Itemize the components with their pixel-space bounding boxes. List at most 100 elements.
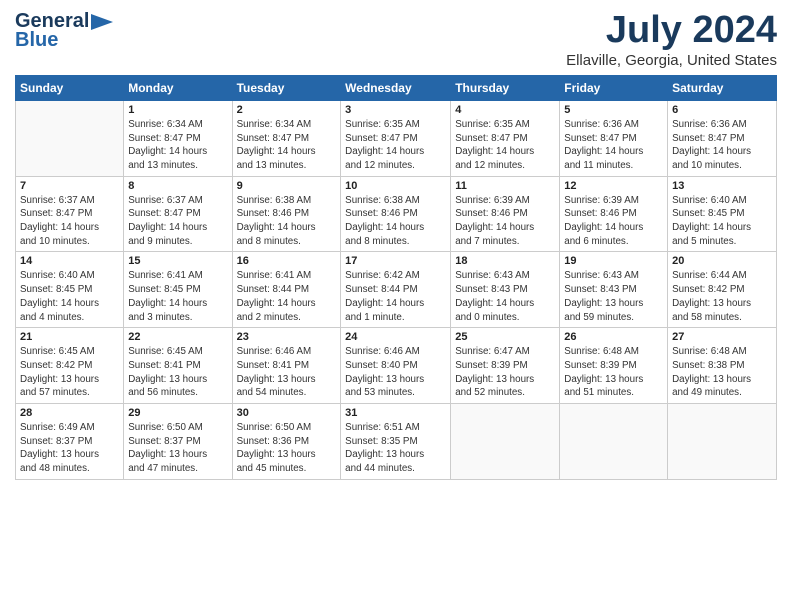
calendar-week-row: 14 Sunrise: 6:40 AMSunset: 8:45 PMDayligh… (16, 252, 777, 328)
day-number: 24 (345, 331, 446, 343)
day-number: 1 (128, 104, 227, 116)
table-row: 24Sunrise: 6:46 AMSunset: 8:40 PMDayligh… (341, 328, 451, 404)
table-row: 3Sunrise: 6:35 AMSunset: 8:47 PMDaylight… (341, 100, 451, 176)
day-info: Sunrise: 6:40 AMSunset: 8:45 PMDaylight:… (20, 269, 119, 324)
table-row: 31 Sunrise: 6:51 AMSunset: 8:35 PMDayligh… (341, 404, 451, 480)
day-number: 15 (128, 255, 227, 267)
day-info: Sunrise: 6:37 AMSunset: 8:47 PMDaylight:… (20, 194, 119, 249)
table-row: 1 Sunrise: 6:34 AMSunset: 8:47 PMDaylight… (124, 100, 232, 176)
day-number: 14 (20, 255, 119, 267)
page-subtitle: Ellaville, Georgia, United States (566, 52, 777, 69)
day-info: Sunrise: 6:45 AMSunset: 8:42 PMDaylight:… (20, 345, 119, 400)
calendar-week-row: 28Sunrise: 6:49 AMSunset: 8:37 PMDayligh… (16, 404, 777, 480)
calendar-week-row: 7Sunrise: 6:37 AMSunset: 8:47 PMDaylight… (16, 176, 777, 252)
day-info: Sunrise: 6:41 AMSunset: 8:44 PMDaylight:… (237, 269, 337, 324)
day-info: Sunrise: 6:34 AMSunset: 8:47 PMDaylight:… (128, 118, 227, 173)
calendar-week-row: 21 Sunrise: 6:45 AMSunset: 8:42 PMDayligh… (16, 328, 777, 404)
table-row: 7Sunrise: 6:37 AMSunset: 8:47 PMDaylight… (16, 176, 124, 252)
day-number: 13 (672, 180, 772, 192)
day-number: 6 (672, 104, 772, 116)
logo: General Blue (15, 10, 113, 52)
table-row (668, 404, 777, 480)
table-row: 21 Sunrise: 6:45 AMSunset: 8:42 PMDayligh… (16, 328, 124, 404)
table-row: 30Sunrise: 6:50 AMSunset: 8:36 PMDayligh… (232, 404, 341, 480)
day-number: 4 (455, 104, 555, 116)
table-row: 9 Sunrise: 6:38 AMSunset: 8:46 PMDaylight… (232, 176, 341, 252)
day-info: Sunrise: 6:49 AMSunset: 8:37 PMDaylight:… (20, 421, 119, 476)
table-row (451, 404, 560, 480)
table-row: 5 Sunrise: 6:36 AMSunset: 8:47 PMDaylight… (560, 100, 668, 176)
day-info: Sunrise: 6:34 AMSunset: 8:47 PMDaylight:… (237, 118, 337, 173)
col-thursday: Thursday (451, 75, 560, 100)
table-row: 22Sunrise: 6:45 AMSunset: 8:41 PMDayligh… (124, 328, 232, 404)
table-row: 4 Sunrise: 6:35 AMSunset: 8:47 PMDaylight… (451, 100, 560, 176)
table-row: 6Sunrise: 6:36 AMSunset: 8:47 PMDaylight… (668, 100, 777, 176)
day-number: 31 (345, 407, 446, 419)
calendar-header-row: Sunday Monday Tuesday Wednesday Thursday… (16, 75, 777, 100)
day-info: Sunrise: 6:39 AMSunset: 8:46 PMDaylight:… (455, 194, 555, 249)
table-row: 28Sunrise: 6:49 AMSunset: 8:37 PMDayligh… (16, 404, 124, 480)
table-row: 19 Sunrise: 6:43 AMSunset: 8:43 PMDayligh… (560, 252, 668, 328)
day-info: Sunrise: 6:45 AMSunset: 8:41 PMDaylight:… (128, 345, 227, 400)
day-info: Sunrise: 6:51 AMSunset: 8:35 PMDaylight:… (345, 421, 446, 476)
table-row: 25 Sunrise: 6:47 AMSunset: 8:39 PMDayligh… (451, 328, 560, 404)
table-row: 2Sunrise: 6:34 AMSunset: 8:47 PMDaylight… (232, 100, 341, 176)
table-row: 13 Sunrise: 6:40 AMSunset: 8:45 PMDayligh… (668, 176, 777, 252)
header: General Blue July 2024 Ellaville, Georgi… (15, 10, 777, 69)
page: General Blue July 2024 Ellaville, Georgi… (0, 0, 792, 490)
day-info: Sunrise: 6:44 AMSunset: 8:42 PMDaylight:… (672, 269, 772, 324)
col-saturday: Saturday (668, 75, 777, 100)
day-number: 18 (455, 255, 555, 267)
day-number: 16 (237, 255, 337, 267)
day-number: 21 (20, 331, 119, 343)
day-info: Sunrise: 6:50 AMSunset: 8:37 PMDaylight:… (128, 421, 227, 476)
day-number: 19 (564, 255, 663, 267)
day-number: 26 (564, 331, 663, 343)
day-number: 20 (672, 255, 772, 267)
table-row (560, 404, 668, 480)
page-title: July 2024 (566, 10, 777, 52)
col-tuesday: Tuesday (232, 75, 341, 100)
day-info: Sunrise: 6:43 AMSunset: 8:43 PMDaylight:… (564, 269, 663, 324)
day-info: Sunrise: 6:47 AMSunset: 8:39 PMDaylight:… (455, 345, 555, 400)
table-row: 18 Sunrise: 6:43 AMSunset: 8:43 PMDayligh… (451, 252, 560, 328)
table-row: 10Sunrise: 6:38 AMSunset: 8:46 PMDayligh… (341, 176, 451, 252)
day-number: 29 (128, 407, 227, 419)
day-info: Sunrise: 6:36 AMSunset: 8:47 PMDaylight:… (564, 118, 663, 173)
day-number: 27 (672, 331, 772, 343)
title-block: July 2024 Ellaville, Georgia, United Sta… (566, 10, 777, 69)
day-number: 25 (455, 331, 555, 343)
day-info: Sunrise: 6:38 AMSunset: 8:46 PMDaylight:… (237, 194, 337, 249)
col-friday: Friday (560, 75, 668, 100)
table-row: 15 Sunrise: 6:41 AMSunset: 8:45 PMDayligh… (124, 252, 232, 328)
table-row: 12Sunrise: 6:39 AMSunset: 8:46 PMDayligh… (560, 176, 668, 252)
calendar-table: Sunday Monday Tuesday Wednesday Thursday… (15, 75, 777, 480)
table-row: 16 Sunrise: 6:41 AMSunset: 8:44 PMDayligh… (232, 252, 341, 328)
day-info: Sunrise: 6:48 AMSunset: 8:38 PMDaylight:… (672, 345, 772, 400)
day-number: 23 (237, 331, 337, 343)
table-row: 23Sunrise: 6:46 AMSunset: 8:41 PMDayligh… (232, 328, 341, 404)
col-sunday: Sunday (16, 75, 124, 100)
day-number: 8 (128, 180, 227, 192)
day-info: Sunrise: 6:41 AMSunset: 8:45 PMDaylight:… (128, 269, 227, 324)
day-info: Sunrise: 6:37 AMSunset: 8:47 PMDaylight:… (128, 194, 227, 249)
day-number: 9 (237, 180, 337, 192)
table-row: 29 Sunrise: 6:50 AMSunset: 8:37 PMDayligh… (124, 404, 232, 480)
day-info: Sunrise: 6:43 AMSunset: 8:43 PMDaylight:… (455, 269, 555, 324)
logo-flag-icon (91, 14, 113, 30)
table-row: 26 Sunrise: 6:48 AMSunset: 8:39 PMDayligh… (560, 328, 668, 404)
table-row: 14 Sunrise: 6:40 AMSunset: 8:45 PMDayligh… (16, 252, 124, 328)
calendar-week-row: 1 Sunrise: 6:34 AMSunset: 8:47 PMDaylight… (16, 100, 777, 176)
table-row: 17Sunrise: 6:42 AMSunset: 8:44 PMDayligh… (341, 252, 451, 328)
col-monday: Monday (124, 75, 232, 100)
day-info: Sunrise: 6:48 AMSunset: 8:39 PMDaylight:… (564, 345, 663, 400)
table-row (16, 100, 124, 176)
day-number: 12 (564, 180, 663, 192)
table-row: 8 Sunrise: 6:37 AMSunset: 8:47 PMDaylight… (124, 176, 232, 252)
day-info: Sunrise: 6:35 AMSunset: 8:47 PMDaylight:… (455, 118, 555, 173)
day-info: Sunrise: 6:40 AMSunset: 8:45 PMDaylight:… (672, 194, 772, 249)
day-number: 5 (564, 104, 663, 116)
day-number: 3 (345, 104, 446, 116)
day-info: Sunrise: 6:42 AMSunset: 8:44 PMDaylight:… (345, 269, 446, 324)
col-wednesday: Wednesday (341, 75, 451, 100)
